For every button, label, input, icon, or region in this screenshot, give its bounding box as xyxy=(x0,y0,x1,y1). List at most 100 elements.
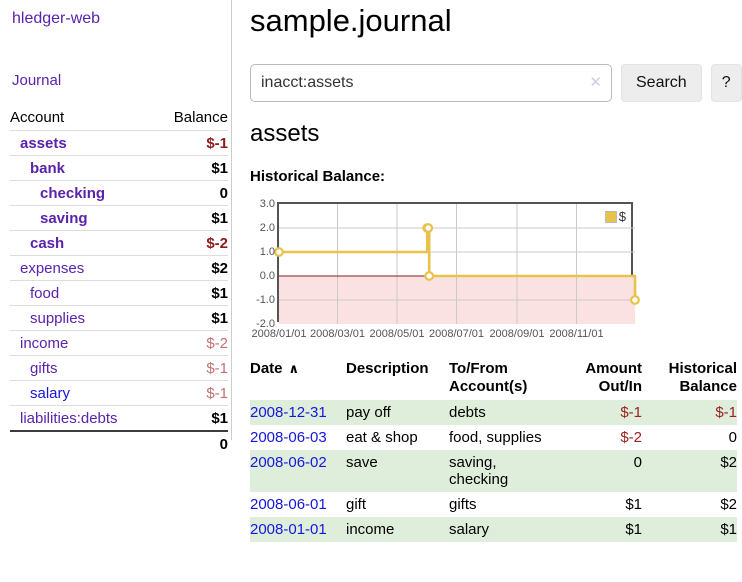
sidebar-account-salary[interactable]: salary xyxy=(10,385,70,402)
register-amount: $1 xyxy=(554,492,642,517)
account-balance: $-2 xyxy=(206,335,228,352)
brand-link[interactable]: hledger-web xyxy=(12,10,100,28)
chart-legend: $ xyxy=(604,208,627,225)
sidebar-account-row: bank $1 xyxy=(10,155,228,180)
account-balance: $1 xyxy=(211,210,228,227)
register-description: pay off xyxy=(346,400,449,425)
register-date-link[interactable]: 2008-06-03 xyxy=(250,429,327,446)
x-axis-tick-label: 2008/07/01 xyxy=(425,328,489,340)
search-button[interactable]: Search xyxy=(621,64,702,102)
account-balance: $-2 xyxy=(206,235,228,252)
y-axis-tick-label: 1.0 xyxy=(250,246,275,258)
register-col-historical: HistoricalBalance xyxy=(642,358,737,400)
register-row: 2008-01-01incomesalary$1$1 xyxy=(250,517,737,542)
register-balance: 0 xyxy=(642,425,737,450)
column-label: Amount xyxy=(585,360,642,377)
y-axis-tick-label: -1.0 xyxy=(250,294,275,306)
register-col-amount: AmountOut/In xyxy=(554,358,642,400)
sidebar-account-row: gifts $-1 xyxy=(10,355,228,380)
clear-search-icon[interactable]: ✕ xyxy=(589,74,602,92)
register-date-link[interactable]: 2008-06-02 xyxy=(250,454,327,471)
account-balance: $1 xyxy=(211,160,228,177)
register-description: income xyxy=(346,517,449,542)
x-axis-tick-label: 2008/09/01 xyxy=(485,328,549,340)
register-description: gift xyxy=(346,492,449,517)
register-date-link[interactable]: 2008-12-31 xyxy=(250,404,327,421)
help-button[interactable]: ? xyxy=(711,64,742,102)
register-amount: $1 xyxy=(554,517,642,542)
sidebar-account-row: food $1 xyxy=(10,280,228,305)
historical-balance-chart: $ 3.02.01.00.0-1.0-2.0 2008/01/012008/03… xyxy=(250,196,742,348)
account-balance: $-1 xyxy=(206,360,228,377)
register-accounts: gifts xyxy=(449,492,554,517)
account-balance: $1 xyxy=(211,410,228,427)
column-label: Date xyxy=(250,360,283,377)
page-title: sample.journal xyxy=(250,0,742,42)
register-balance: $2 xyxy=(642,450,737,492)
register-header-row: Date∧DescriptionTo/FromAccount(s)AmountO… xyxy=(250,358,737,400)
register-date-link[interactable]: 2008-01-01 xyxy=(250,521,327,538)
column-label-line2: Balance xyxy=(642,378,737,396)
chart-canvas xyxy=(279,204,635,324)
register-table: Date∧DescriptionTo/FromAccount(s)AmountO… xyxy=(250,358,737,542)
x-axis-tick-label: 2008/03/01 xyxy=(306,328,370,340)
register-accounts: debts xyxy=(449,400,554,425)
register-row: 2008-06-01giftgifts$1$2 xyxy=(250,492,737,517)
sidebar-account-gifts[interactable]: gifts xyxy=(10,360,58,377)
sidebar-account-cash[interactable]: cash xyxy=(10,235,64,252)
sidebar-account-checking[interactable]: checking xyxy=(10,185,105,202)
register-balance: $-1 xyxy=(642,400,737,425)
register-row: 2008-12-31pay offdebts$-1$-1 xyxy=(250,400,737,425)
accounts-table-header: Account Balance xyxy=(10,104,228,130)
register-amount: $-2 xyxy=(554,425,642,450)
hledger-web-app: hledger-web Journal Account Balance asse… xyxy=(0,0,742,582)
register-row: 2008-06-02savesaving, checking0$2 xyxy=(250,450,737,492)
sidebar-account-row: salary$-1 xyxy=(10,380,228,405)
register-amount: 0 xyxy=(554,450,642,492)
register-col-description: Description xyxy=(346,358,449,400)
y-axis-tick-label: 0.0 xyxy=(250,270,275,282)
sidebar-account-bank[interactable]: bank xyxy=(10,160,65,177)
sidebar-account-assets[interactable]: assets xyxy=(10,135,67,152)
y-axis-tick-label: 3.0 xyxy=(250,198,275,210)
accounts-table: Account Balance assets$-1bank$1checking0… xyxy=(10,104,228,457)
series-label: $ xyxy=(619,209,626,224)
x-axis-tick-label: 2008/05/01 xyxy=(365,328,429,340)
sidebar-account-row: assets $-1 xyxy=(10,130,228,155)
register-accounts: salary xyxy=(449,517,554,542)
sidebar-account-income[interactable]: income xyxy=(10,335,68,352)
account-balance: $1 xyxy=(211,310,228,327)
sidebar-account-liabilities-debts[interactable]: liabilities:debts xyxy=(10,410,118,427)
search-box: ✕ xyxy=(250,64,612,102)
register-date-link[interactable]: 2008-06-01 xyxy=(250,496,327,513)
register-accounts: food, supplies xyxy=(449,425,554,450)
sidebar-account-supplies[interactable]: supplies xyxy=(10,310,85,327)
search-input[interactable] xyxy=(250,64,612,102)
y-axis-tick-label: 2.0 xyxy=(250,222,275,234)
x-axis-tick-label: 2008/11/01 xyxy=(544,328,608,340)
x-axis-tick-label: 2008/01/01 xyxy=(247,328,311,340)
sidebar-account-saving[interactable]: saving xyxy=(10,210,88,227)
register-row: 2008-06-03 eat & shopfood, supplies$-20 xyxy=(250,425,737,450)
chart-heading: Historical Balance: xyxy=(250,168,385,185)
sidebar-account-expenses[interactable]: expenses xyxy=(10,260,84,277)
nav-journal-link[interactable]: Journal xyxy=(12,72,61,89)
sort-ascending-icon: ∧ xyxy=(289,361,300,376)
column-label-line2: Account(s) xyxy=(449,378,554,396)
register-col-date[interactable]: Date ∧ xyxy=(250,358,346,400)
register-amount: $-1 xyxy=(554,400,642,425)
sidebar-account-row: saving $1 xyxy=(10,205,228,230)
account-heading: assets xyxy=(250,116,319,152)
main-content: sample.journal ✕ Search ? assets Histori… xyxy=(250,0,742,582)
accounts-col-account: Account xyxy=(10,109,64,126)
sidebar-account-row: checking0 xyxy=(10,180,228,205)
sidebar-account-row: cash $-2 xyxy=(10,230,228,255)
register-balance: $1 xyxy=(642,517,737,542)
account-balance: $2 xyxy=(211,260,228,277)
account-balance: $1 xyxy=(211,285,228,302)
account-balance: $-1 xyxy=(206,135,228,152)
accounts-total-value: 0 xyxy=(220,436,228,453)
sidebar-account-food[interactable]: food xyxy=(10,285,59,302)
register-description: eat & shop xyxy=(346,425,449,450)
column-label: Description xyxy=(346,360,429,377)
